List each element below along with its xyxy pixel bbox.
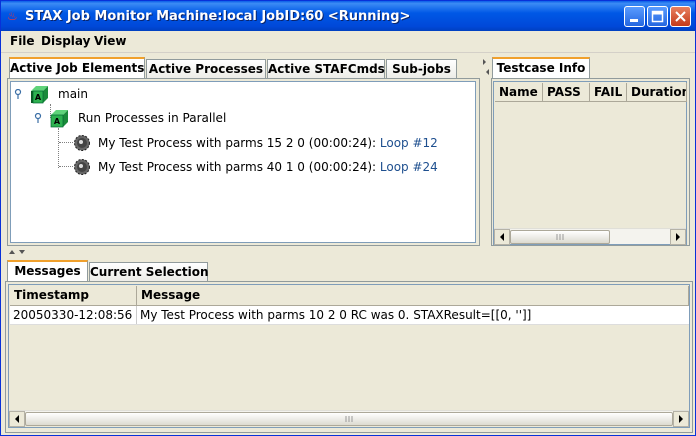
tree-node-main[interactable]: main: [58, 87, 88, 101]
tree-expander-icon[interactable]: [14, 89, 24, 99]
window-title: STAX Job Monitor Machine:local JobID:60 …: [25, 9, 411, 24]
tab-active-stafcmds[interactable]: Active STAFCmds: [267, 59, 385, 79]
minimize-button[interactable]: [624, 6, 645, 27]
arrow-left-icon: [500, 233, 504, 241]
tab-testcase-info[interactable]: Testcase Info: [492, 57, 590, 79]
tree-expander-icon[interactable]: [34, 113, 44, 123]
tree-node-run-processes[interactable]: Run Processes in Parallel: [78, 111, 226, 125]
message-cell: My Test Process with parms 10 2 0 RC was…: [140, 308, 532, 322]
messages-horizontal-scrollbar[interactable]: [9, 410, 689, 427]
arrow-right-icon: [679, 415, 683, 423]
minimize-icon: [630, 19, 638, 22]
table-row[interactable]: 20050330-12:08:56 My Test Process with p…: [10, 306, 689, 325]
menu-bar: File Display View: [1, 31, 695, 53]
horizontal-splitter[interactable]: [1, 249, 695, 255]
scroll-thumb[interactable]: [25, 412, 673, 426]
column-header-duration[interactable]: Duration: [627, 83, 687, 102]
menu-view[interactable]: View: [94, 34, 126, 48]
menu-display[interactable]: Display: [41, 34, 90, 48]
job-element-tree: A main A Run Processes in Parallel My Te…: [10, 81, 476, 243]
tab-sub-jobs[interactable]: Sub-jobs: [386, 59, 457, 79]
tab-active-job-elements[interactable]: Active Job Elements: [9, 57, 145, 79]
close-icon: [675, 11, 686, 22]
scroll-right-button[interactable]: [673, 411, 689, 427]
timestamp-cell: 20050330-12:08:56: [10, 306, 137, 324]
column-header-message[interactable]: Message: [137, 286, 689, 306]
scroll-left-button[interactable]: [9, 411, 25, 427]
scroll-left-button[interactable]: [494, 229, 510, 245]
svg-text:A: A: [35, 93, 42, 102]
arrow-right-icon: [676, 233, 680, 241]
scroll-thumb[interactable]: [510, 230, 610, 244]
loop-label: Loop #12: [379, 136, 438, 150]
gear-icon: [74, 159, 90, 175]
tree-node-process-2[interactable]: My Test Process with parms 40 1 0 (00:00…: [98, 160, 438, 174]
tab-active-processes[interactable]: Active Processes: [146, 59, 266, 79]
java-app-icon: ♨: [7, 9, 18, 23]
tab-current-selection[interactable]: Current Selection: [89, 262, 209, 282]
svg-text:A: A: [54, 117, 61, 126]
column-header-fail[interactable]: FAIL: [590, 83, 627, 102]
process-label: My Test Process with parms 40 1 0 (00:00…: [98, 160, 377, 174]
gear-icon: [74, 135, 90, 151]
column-header-name[interactable]: Name: [495, 83, 543, 102]
grip-icon: [345, 416, 353, 422]
column-header-pass[interactable]: PASS: [543, 83, 590, 102]
testcase-horizontal-scrollbar[interactable]: [494, 228, 686, 245]
title-bar[interactable]: ♨ STAX Job Monitor Machine:local JobID:6…: [1, 1, 695, 31]
testcase-table: Name PASS FAIL Duration: [493, 81, 687, 245]
menu-file[interactable]: File: [10, 34, 35, 48]
vertical-splitter[interactable]: [483, 57, 489, 247]
process-label: My Test Process with parms 15 2 0 (00:00…: [98, 136, 377, 150]
cube-icon: A: [31, 86, 48, 104]
maximize-icon: [651, 10, 664, 23]
messages-table: Timestamp Message 20050330-12:08:56 My T…: [8, 284, 690, 428]
maximize-button[interactable]: [647, 6, 668, 27]
scroll-right-button[interactable]: [670, 229, 686, 245]
stax-job-monitor-window: ♨ STAX Job Monitor Machine:local JobID:6…: [0, 0, 696, 436]
column-header-timestamp[interactable]: Timestamp: [10, 286, 137, 306]
arrow-left-icon: [15, 415, 19, 423]
tree-node-process-1[interactable]: My Test Process with parms 15 2 0 (00:00…: [98, 136, 438, 150]
cube-icon: A: [50, 110, 68, 128]
tab-messages[interactable]: Messages: [7, 260, 88, 282]
grip-icon: [556, 234, 564, 240]
close-button[interactable]: [670, 6, 691, 27]
loop-label: Loop #24: [379, 160, 438, 174]
